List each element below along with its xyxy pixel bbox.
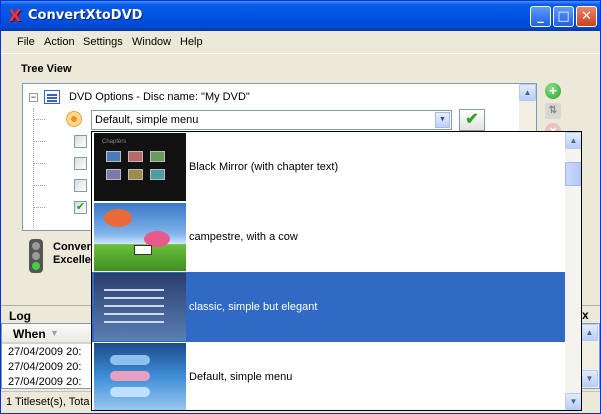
thumb-cell <box>106 169 121 180</box>
conversion-status: Conver Excelle <box>53 241 91 267</box>
tree-line <box>33 163 45 164</box>
menu-file[interactable]: File <box>17 36 35 48</box>
status-line: Excelle <box>53 254 91 266</box>
dropdown-item-label: Black Mirror (with chapter text) <box>189 161 339 173</box>
thumb-balloon <box>104 209 132 227</box>
sort-down-icon: ▼ <box>50 328 59 338</box>
status-light-icon <box>29 239 43 273</box>
dropdown-item-label: classic, simple but elegant <box>189 301 318 313</box>
tree-view-label: Tree View <box>21 63 72 75</box>
checkbox[interactable] <box>74 135 87 148</box>
dropdown-item-label: campestre, with a cow <box>189 231 298 243</box>
maximize-icon: □ <box>557 9 570 24</box>
menu-thumbnail <box>94 203 186 271</box>
tree-line <box>33 185 45 186</box>
thumb-caption: Chapters <box>102 139 127 145</box>
checkbox-checked[interactable]: ✔ <box>74 201 87 214</box>
status-line: Conver <box>53 241 91 253</box>
menu-icon <box>66 111 82 127</box>
thumb-button <box>110 371 150 381</box>
log-scrollbar[interactable]: ▲ ▼ <box>581 324 599 388</box>
add-icon[interactable]: + <box>545 83 561 99</box>
dropdown-item[interactable]: Chapters Black Mirror (with chapter text… <box>92 132 565 202</box>
thumb-cell <box>128 169 143 180</box>
menu-action[interactable]: Action <box>44 36 75 48</box>
checkbox[interactable] <box>74 157 87 170</box>
status-summary: 1 Titleset(s), Tota <box>6 396 90 408</box>
thumb-button <box>110 355 150 365</box>
tree-line <box>33 108 34 228</box>
apply-button[interactable]: ✔ <box>459 109 485 131</box>
minimize-button[interactable]: _ <box>530 6 551 27</box>
thumb-cell <box>150 151 165 162</box>
thumb-lines <box>104 289 164 291</box>
light-green <box>32 262 40 270</box>
dropdown-item[interactable]: Default, simple menu <box>92 342 565 410</box>
log-title: Log <box>9 309 31 323</box>
thumb-cell <box>128 151 143 162</box>
collapse-icon[interactable]: − <box>29 93 38 102</box>
scroll-down-icon[interactable]: ▼ <box>565 393 581 410</box>
menu-window[interactable]: Window <box>132 36 171 48</box>
thumb-cow <box>134 245 152 255</box>
column-when[interactable]: When <box>13 327 46 341</box>
checkmark-icon: ✔ <box>465 111 479 128</box>
light-yellow <box>32 252 40 260</box>
app-icon: X <box>8 6 22 25</box>
close-icon: ✕ <box>581 9 592 24</box>
menu-template-combo[interactable]: Default, simple menu ▼ <box>91 110 452 130</box>
tree-line <box>33 141 45 142</box>
chevron-down-icon[interactable]: ▼ <box>435 112 450 128</box>
thumb-cell <box>150 169 165 180</box>
move-icon[interactable]: ⇅ <box>545 103 561 119</box>
close-button[interactable]: ✕ <box>576 6 597 27</box>
scroll-up-icon[interactable]: ▲ <box>565 132 581 149</box>
log-row[interactable]: 27/04/2009 20: <box>8 361 81 373</box>
menu-template-value: Default, simple menu <box>95 114 199 126</box>
window-title: ConvertXtoDVD <box>28 8 143 23</box>
dropdown-scrollbar[interactable]: ▲ ▼ <box>565 132 581 410</box>
menu-thumbnail: Chapters <box>94 133 186 201</box>
close-log-icon[interactable]: x <box>582 308 589 322</box>
title-bar[interactable]: X ConvertXtoDVD _ □ ✕ <box>1 1 600 31</box>
thumb-button <box>110 387 150 397</box>
main-window: X ConvertXtoDVD _ □ ✕ File Action Settin… <box>0 0 601 414</box>
scroll-up-icon[interactable]: ▲ <box>581 324 598 341</box>
scroll-down-icon[interactable]: ▼ <box>581 370 598 387</box>
scroll-up-icon[interactable]: ▲ <box>519 84 536 101</box>
minimize-icon: _ <box>537 9 544 24</box>
log-row[interactable]: 27/04/2009 20: <box>8 346 81 358</box>
dropdown-item[interactable]: campestre, with a cow <box>92 202 565 272</box>
tree-line <box>33 119 45 120</box>
menu-help[interactable]: Help <box>180 36 203 48</box>
light-red <box>32 242 40 250</box>
menu-thumbnail <box>94 273 186 341</box>
maximize-button[interactable]: □ <box>553 6 574 27</box>
tree-line <box>33 207 45 208</box>
log-row[interactable]: 27/04/2009 20: <box>8 376 81 388</box>
thumb-cell <box>106 151 121 162</box>
menu-thumbnail <box>94 343 186 410</box>
dvd-options-icon <box>44 90 60 104</box>
dropdown-item-label: Default, simple menu <box>189 371 293 383</box>
checkbox[interactable] <box>74 179 87 192</box>
menu-settings[interactable]: Settings <box>83 36 123 48</box>
menu-template-dropdown[interactable]: Chapters Black Mirror (with chapter text… <box>91 131 582 411</box>
menu-bar: File Action Settings Window Help <box>1 32 600 54</box>
scroll-thumb[interactable] <box>565 162 581 186</box>
dropdown-item-selected[interactable]: classic, simple but elegant <box>92 272 565 342</box>
tree-root-label: DVD Options - Disc name: "My DVD" <box>69 91 250 103</box>
